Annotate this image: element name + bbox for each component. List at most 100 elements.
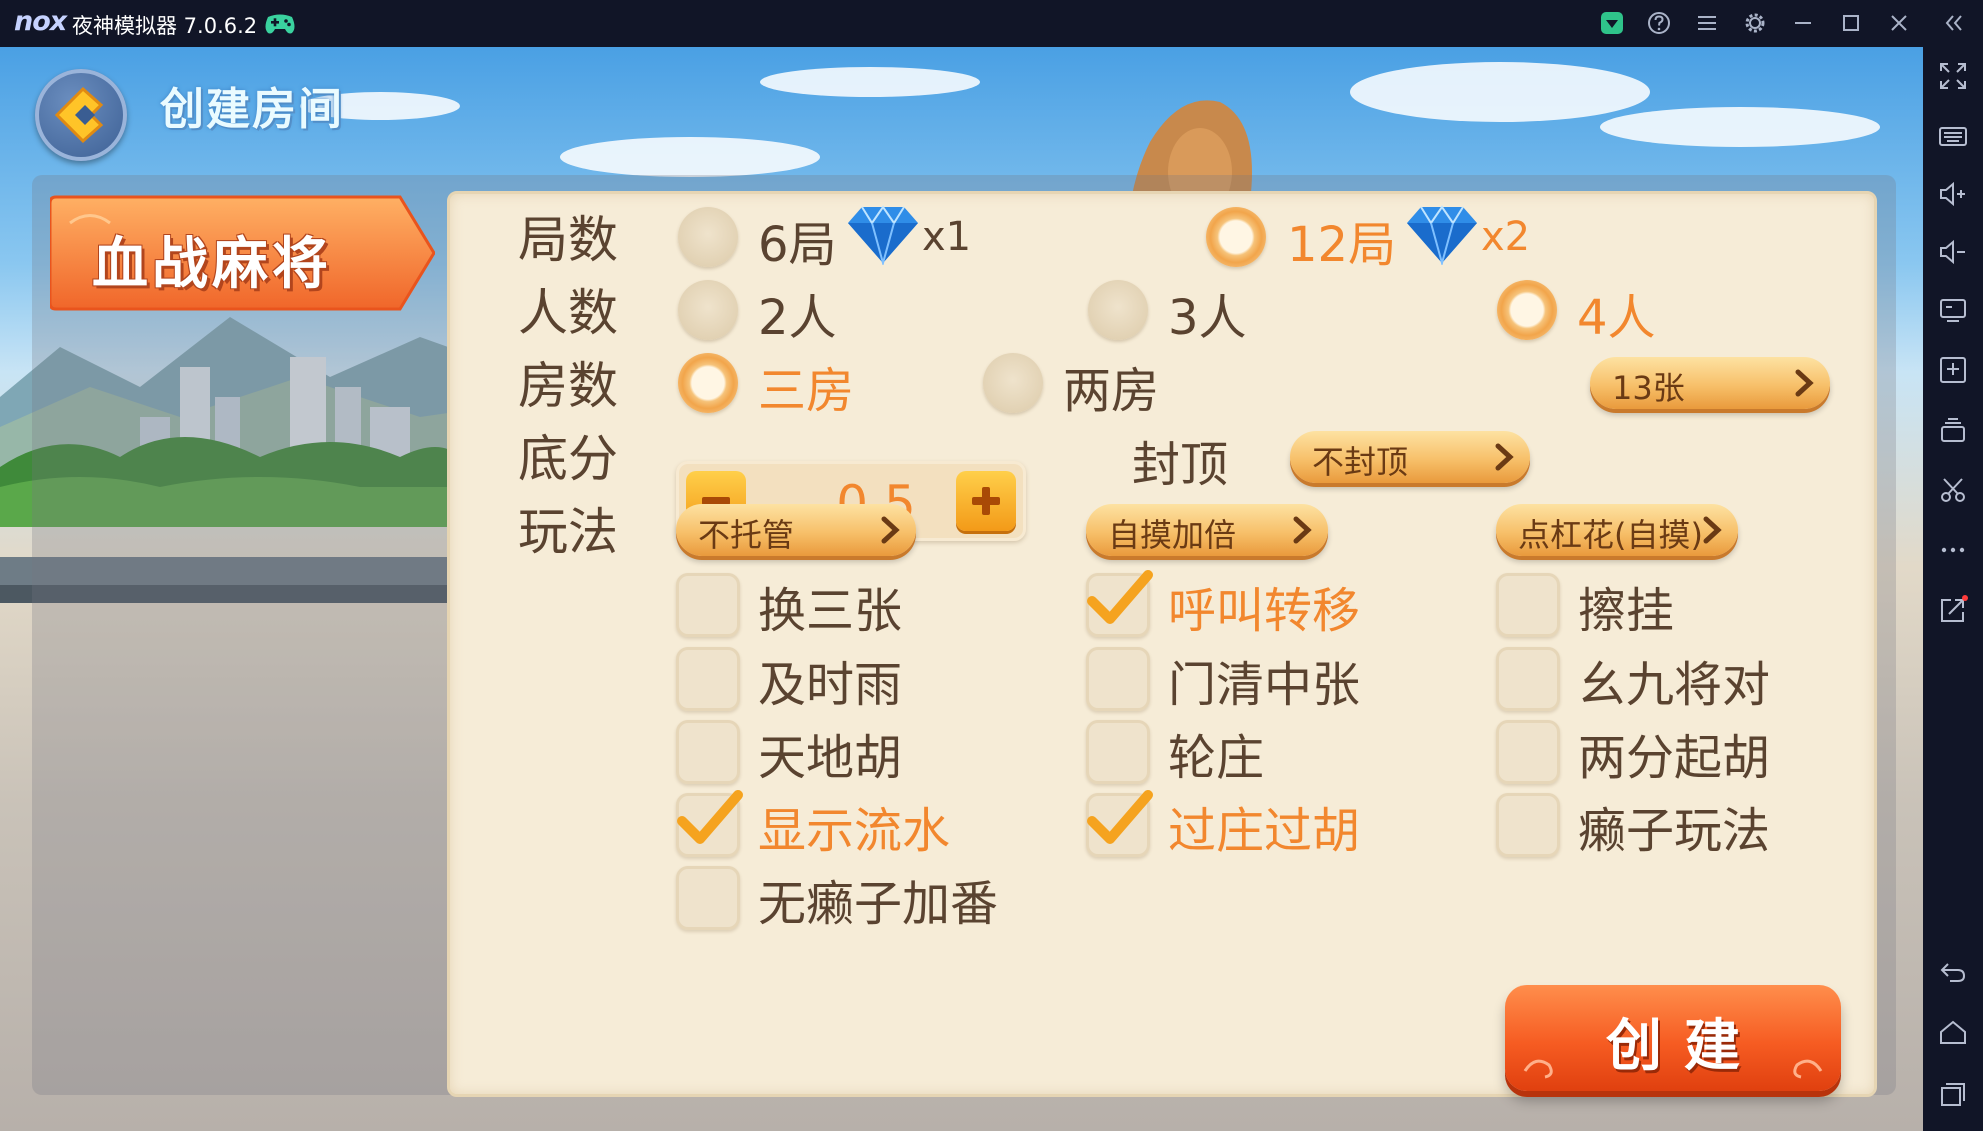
rooms-two-label[interactable]: 两房 (1063, 351, 1159, 421)
plus-icon (972, 487, 1000, 515)
tiles-selector[interactable]: 13张 (1590, 357, 1830, 409)
players-4-radio[interactable] (1497, 280, 1557, 340)
back-icon[interactable] (1936, 955, 1970, 989)
rule-checkbox[interactable] (676, 866, 740, 930)
rounds-12-label[interactable]: 12局 (1287, 205, 1396, 275)
rooms-two-radio[interactable] (983, 353, 1043, 413)
cap-selector[interactable]: 不封顶 (1290, 431, 1530, 483)
minimize-icon[interactable] (1788, 8, 1818, 38)
game-screen: 创建房间 血战麻将 局数 人数 房数 底分 玩法 6局 x1 12局 x2 2人… (0, 47, 1923, 1131)
more-icon[interactable] (1936, 533, 1970, 567)
rules-label: 玩法 (518, 503, 618, 561)
self-draw-selector-label: 自摸加倍 (1108, 516, 1237, 554)
rule-label[interactable]: 门清中张 (1168, 645, 1360, 715)
rooms-label: 房数 (518, 357, 618, 415)
rule-label[interactable]: 及时雨 (758, 645, 902, 715)
emulator-sidebar (1923, 47, 1983, 1131)
gamepad-icon[interactable] (262, 8, 298, 38)
cloud (560, 137, 820, 177)
rounds-6-label[interactable]: 6局 (758, 205, 837, 275)
players-4-label[interactable]: 4人 (1577, 278, 1656, 348)
user-icon[interactable] (1597, 8, 1627, 38)
settings-icon[interactable] (1740, 8, 1770, 38)
scissors-icon[interactable] (1936, 473, 1970, 507)
chevron-right-icon (1703, 516, 1722, 544)
multi-instance-icon[interactable] (1936, 413, 1970, 447)
rule-label[interactable]: 呼叫转移 (1168, 571, 1360, 641)
collapse-icon[interactable] (1939, 8, 1969, 38)
create-button[interactable]: 创建 (1505, 985, 1841, 1091)
rule-label[interactable]: 擦挂 (1578, 571, 1674, 641)
menu-icon[interactable] (1692, 8, 1722, 38)
chevron-right-icon (881, 516, 900, 544)
help-icon[interactable] (1644, 8, 1674, 38)
cloud (1350, 62, 1650, 122)
hosting-selector-label: 不托管 (698, 516, 795, 554)
rule-label[interactable]: 癞子玩法 (1578, 791, 1770, 861)
players-3-radio[interactable] (1088, 280, 1148, 340)
close-icon[interactable] (1884, 8, 1914, 38)
volume-up-icon[interactable] (1936, 177, 1970, 211)
rule-checkbox[interactable] (1496, 647, 1560, 711)
checkmark-icon (1087, 570, 1153, 624)
self-draw-selector[interactable]: 自摸加倍 (1086, 504, 1328, 556)
checkmark-icon (677, 790, 743, 844)
tiles-selector-label: 13张 (1612, 369, 1685, 407)
maximize-icon[interactable] (1836, 8, 1866, 38)
diamond-icon (848, 205, 918, 265)
rounds-12-radio[interactable] (1206, 207, 1266, 267)
apk-install-icon[interactable] (1936, 353, 1970, 387)
rule-label[interactable]: 天地胡 (758, 718, 902, 788)
players-2-label[interactable]: 2人 (758, 278, 837, 348)
rooms-three-label[interactable]: 三房 (758, 351, 854, 421)
kong-flower-selector[interactable]: 点杠花(自摸) (1496, 504, 1738, 556)
players-3-label[interactable]: 3人 (1168, 278, 1247, 348)
rule-label[interactable]: 过庄过胡 (1168, 791, 1360, 861)
mode-tab-label: 血战麻将 (92, 232, 332, 297)
rule-checkbox[interactable] (676, 720, 740, 784)
rooms-three-radio[interactable] (678, 353, 738, 413)
nox-logo: nox (14, 6, 67, 37)
players-2-radio[interactable] (678, 280, 738, 340)
cap-label: 封顶 (1132, 437, 1229, 493)
home-icon[interactable] (1936, 1015, 1970, 1049)
rule-checkbox[interactable] (676, 790, 743, 857)
keyboard-icon[interactable] (1936, 119, 1970, 153)
screen-icon[interactable] (1936, 293, 1970, 327)
emulator-title-bar: nox 夜神模拟器 7.0.6.2 (0, 0, 1983, 47)
share-icon[interactable] (1936, 593, 1970, 627)
rounds-6-cost: x1 (922, 214, 972, 260)
rule-label[interactable]: 幺九将对 (1578, 645, 1770, 715)
cap-selector-label: 不封顶 (1312, 443, 1409, 481)
rule-checkbox[interactable] (1496, 720, 1560, 784)
rule-checkbox[interactable] (1086, 570, 1153, 637)
rule-checkbox[interactable] (1086, 720, 1150, 784)
rule-checkbox[interactable] (1086, 790, 1153, 857)
recent-apps-icon[interactable] (1936, 1077, 1970, 1111)
base-score-label: 底分 (518, 430, 618, 488)
hosting-selector[interactable]: 不托管 (676, 504, 916, 556)
back-button[interactable] (35, 69, 127, 161)
rule-checkbox[interactable] (1496, 573, 1560, 637)
fullscreen-icon[interactable] (1936, 59, 1970, 93)
players-label: 人数 (518, 284, 618, 342)
volume-down-icon[interactable] (1936, 235, 1970, 269)
rule-checkbox[interactable] (676, 573, 740, 637)
cloud (1600, 107, 1880, 147)
create-button-label: 创建 (1606, 1014, 1762, 1079)
rule-label[interactable]: 两分起胡 (1578, 718, 1770, 788)
rounds-label: 局数 (518, 211, 618, 269)
page-title: 创建房间 (160, 84, 344, 135)
rule-label[interactable]: 显示流水 (758, 791, 950, 861)
rule-checkbox[interactable] (1086, 647, 1150, 711)
chevron-right-icon (1795, 369, 1814, 397)
rule-label[interactable]: 轮庄 (1168, 718, 1264, 788)
emulator-title: 夜神模拟器 7.0.6.2 (72, 14, 258, 38)
increase-button[interactable] (956, 471, 1016, 531)
rule-checkbox[interactable] (676, 647, 740, 711)
rule-checkbox[interactable] (1496, 793, 1560, 857)
rounds-6-radio[interactable] (678, 207, 738, 267)
chevron-right-icon (1495, 443, 1514, 471)
rule-label[interactable]: 换三张 (758, 571, 902, 641)
rule-label[interactable]: 无癞子加番 (758, 864, 998, 934)
